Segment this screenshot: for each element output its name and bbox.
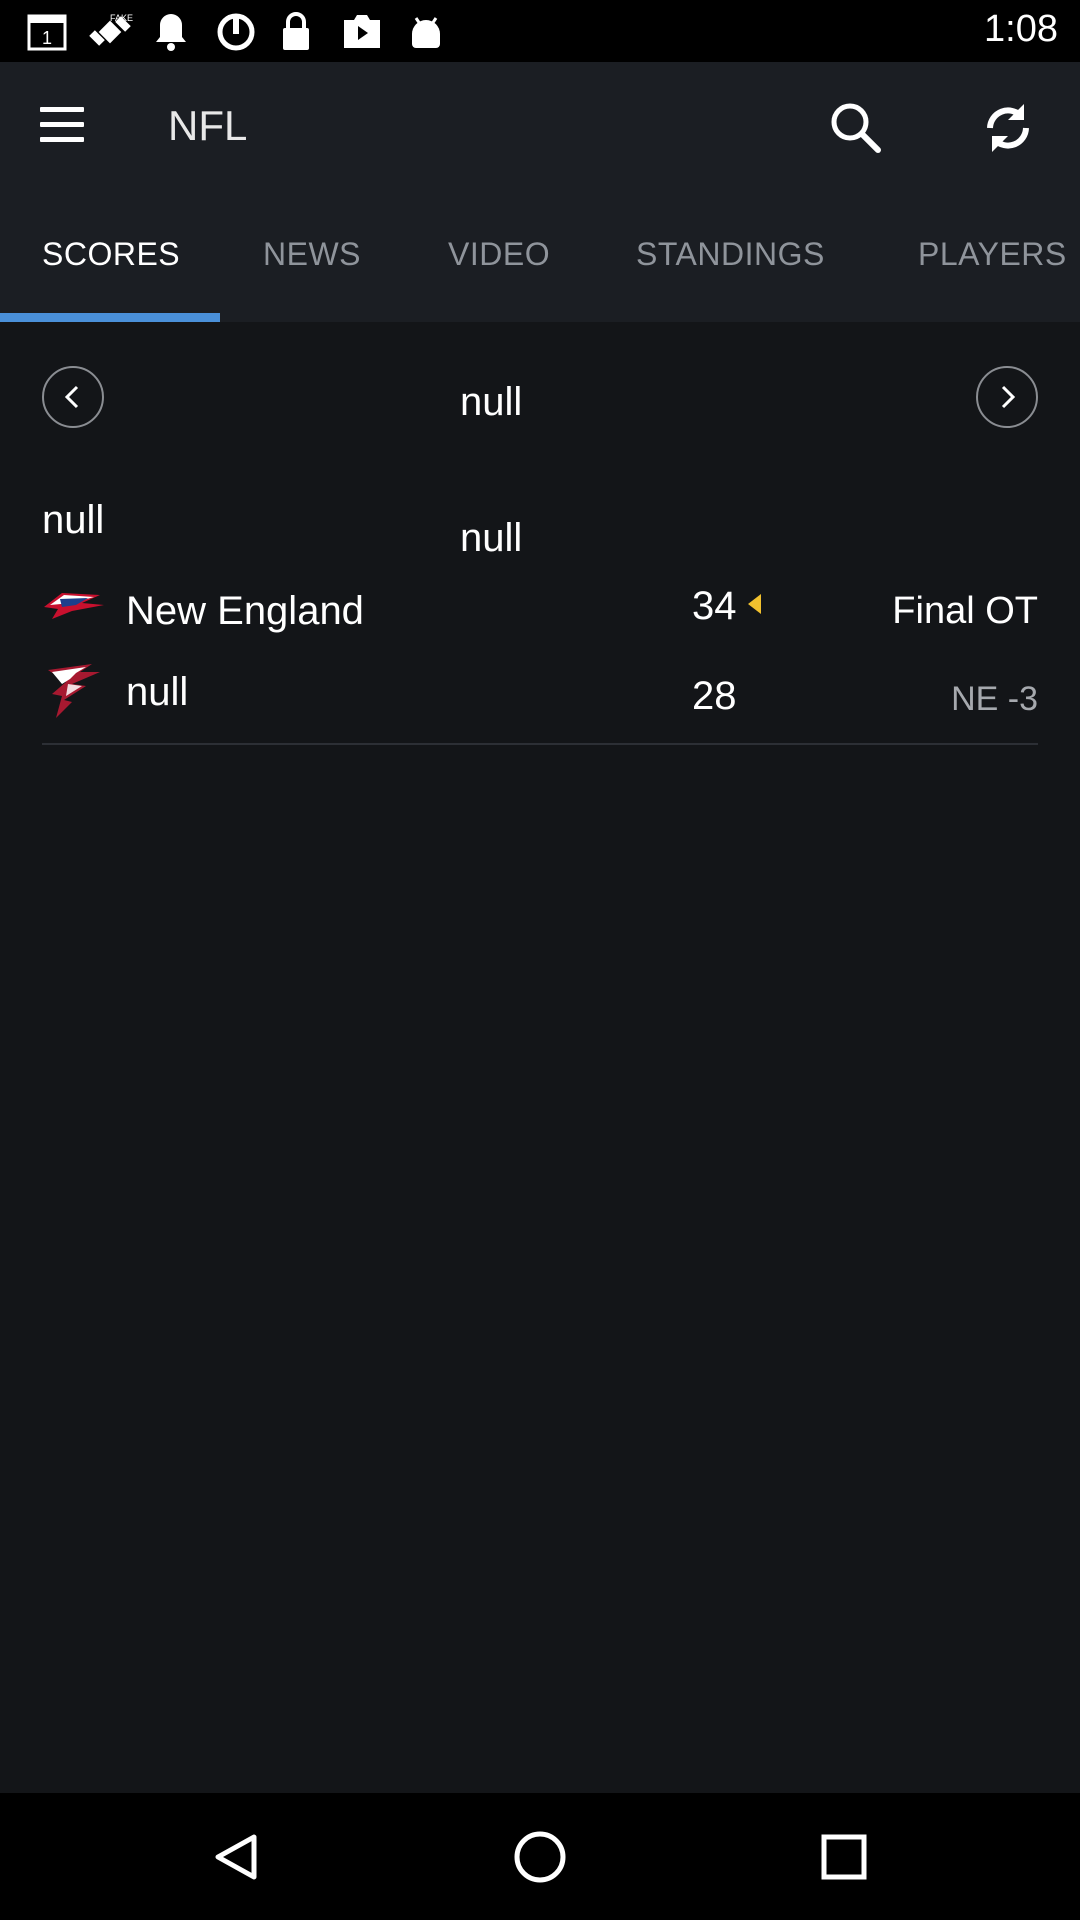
fake-gps-icon: FAKE (89, 13, 133, 46)
refresh-icon[interactable] (978, 98, 1038, 158)
divider (42, 743, 1038, 745)
previous-date-button[interactable] (42, 366, 104, 428)
app-title: NFL (168, 102, 248, 149)
chevron-left-icon (64, 385, 79, 409)
svg-text:1: 1 (42, 28, 52, 48)
betting-line: NE -3 (951, 680, 1038, 718)
alarm-icon (156, 14, 186, 51)
lock-icon (283, 12, 309, 50)
hamburger-menu-icon[interactable] (40, 107, 86, 147)
tab-bar: SCORES NEWS VIDEO STANDINGS PLAYERS (0, 188, 1080, 322)
game-group-label: null (42, 498, 105, 542)
patriots-logo-icon (44, 593, 104, 619)
home-circle-icon[interactable] (512, 1829, 568, 1885)
status-bar: 1 FAKE 1:08 (0, 0, 1080, 62)
clock-time: 1:08 (984, 8, 1058, 50)
android-icon (412, 17, 440, 48)
team-score: 34 (692, 584, 737, 628)
tab-video[interactable]: VIDEO (448, 236, 550, 273)
recents-square-icon[interactable] (820, 1833, 868, 1881)
search-icon[interactable] (826, 98, 886, 158)
winner-indicator-icon (748, 594, 761, 614)
sync-icon (217, 13, 255, 51)
tab-standings[interactable]: STANDINGS (636, 236, 825, 273)
play-store-icon (344, 15, 380, 48)
chevron-right-icon (1001, 385, 1016, 409)
svg-text:FAKE: FAKE (110, 13, 133, 23)
calendar-icon: 1 (27, 14, 67, 51)
team-name: New England (126, 589, 364, 633)
system-nav-bar (0, 1793, 1080, 1920)
game-status: Final OT (892, 590, 1038, 632)
tab-players[interactable]: PLAYERS (918, 236, 1067, 273)
active-tab-indicator (0, 313, 220, 322)
date-label: null (460, 380, 523, 424)
tab-news[interactable]: NEWS (263, 236, 361, 273)
tab-scores[interactable]: SCORES (42, 236, 180, 273)
back-triangle-icon[interactable] (210, 1831, 262, 1883)
team-name: null (126, 670, 189, 714)
next-date-button[interactable] (976, 366, 1038, 428)
game-group-subheader: null (460, 516, 523, 560)
falcons-logo-icon (48, 664, 100, 718)
team-score: 28 (692, 674, 737, 718)
